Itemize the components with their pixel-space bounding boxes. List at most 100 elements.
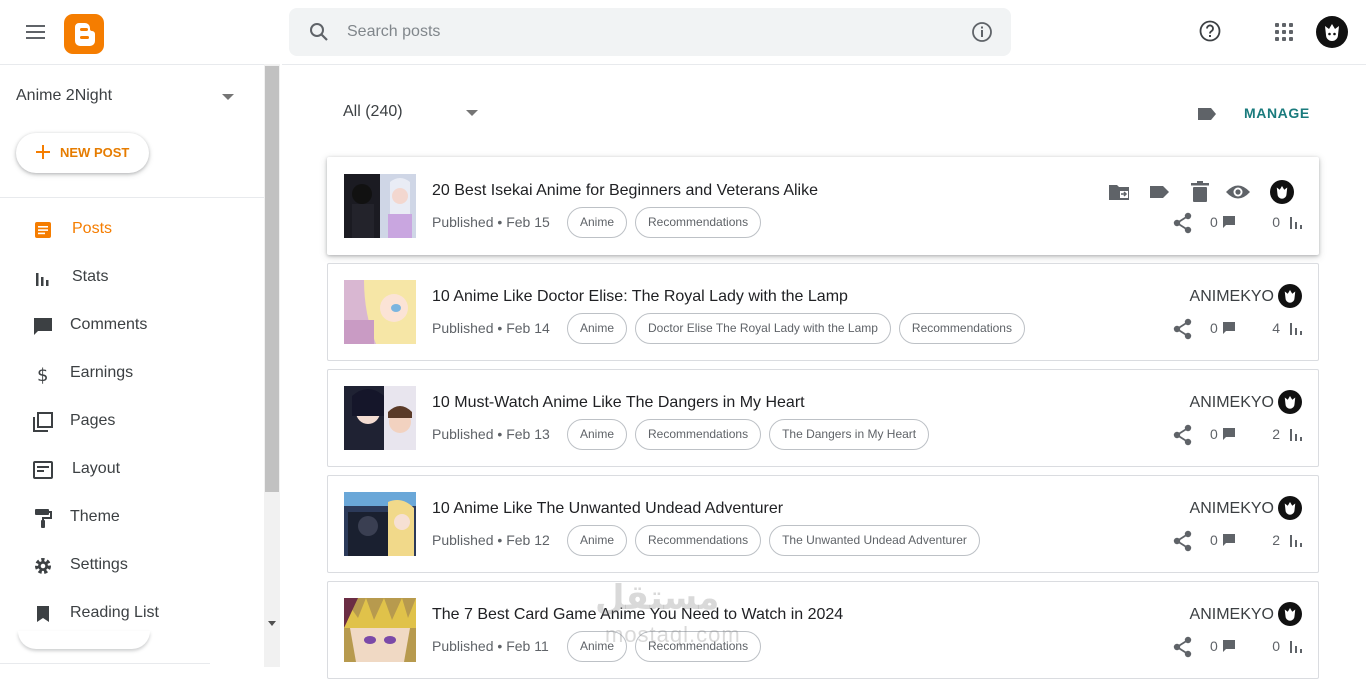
bookmark-icon	[37, 606, 49, 622]
post-status: Published • Feb 13	[432, 426, 550, 442]
post-status: Published • Feb 15	[432, 214, 550, 230]
views-bar-icon	[1290, 429, 1302, 441]
apps-grid-icon[interactable]	[1275, 23, 1293, 41]
sidebar-item-pages[interactable]: Pages	[0, 397, 264, 445]
label-chip[interactable]: Anime	[567, 313, 628, 344]
share-icon[interactable]	[1172, 530, 1194, 552]
label-chip[interactable]: Anime	[567, 419, 628, 450]
author-avatar	[1278, 284, 1302, 308]
label-chip[interactable]: Doctor Elise The Royal Lady with the Lam…	[635, 313, 891, 344]
author-avatar	[1278, 390, 1302, 414]
sidebar: Anime 2Night NEW POST Posts Stats Commen…	[0, 64, 264, 667]
post-status: Published • Feb 12	[432, 532, 550, 548]
label-chip[interactable]: The Unwanted Undead Adventurer	[769, 525, 980, 556]
info-icon[interactable]	[971, 21, 993, 43]
label-chip[interactable]: Recommendations	[635, 419, 762, 450]
label-chip[interactable]: Recommendations	[635, 525, 762, 556]
post-title[interactable]: 10 Must-Watch Anime Like The Dangers in …	[432, 394, 805, 412]
manage-labels-button[interactable]: MANAGE	[1244, 105, 1310, 121]
share-icon[interactable]	[1172, 636, 1194, 658]
share-icon[interactable]	[1172, 318, 1194, 340]
sidebar-item-posts[interactable]: Posts	[0, 205, 264, 253]
sidebar-bottom-button-edge[interactable]	[18, 631, 150, 649]
views-bar-icon	[1290, 323, 1302, 335]
scroll-down-arrow-icon[interactable]	[268, 621, 276, 626]
sidebar-item-reading-list[interactable]: Reading List	[0, 589, 264, 637]
sidebar-scroll-thumb[interactable]	[265, 66, 279, 492]
new-post-button[interactable]: NEW POST	[16, 133, 149, 173]
search-icon[interactable]	[307, 20, 331, 44]
sidebar-item-label: Reading List	[70, 604, 159, 621]
paint-roller-icon	[35, 509, 52, 528]
comments-icon	[34, 318, 52, 335]
sidebar-item-label: Earnings	[70, 364, 134, 381]
views-bar-icon	[1290, 217, 1302, 229]
views-bar-icon	[1290, 535, 1302, 547]
search-bar	[289, 8, 1011, 56]
blogger-logo[interactable]	[64, 14, 104, 54]
post-author: ANIMEKYO	[1189, 500, 1274, 517]
view-icon[interactable]	[1224, 178, 1252, 206]
svg-text:$: $	[37, 365, 48, 385]
blog-selector[interactable]: Anime 2Night	[16, 87, 240, 109]
post-author: ANIMEKYO	[1189, 606, 1274, 623]
label-icon[interactable]	[1146, 178, 1174, 206]
post-stats: 0 0	[1172, 636, 1302, 658]
post-labels: Anime Doctor Elise The Royal Lady with th…	[567, 313, 1033, 345]
post-author: ANIMEKYO	[1189, 288, 1274, 305]
sidebar-item-theme[interactable]: Theme	[0, 493, 264, 541]
caret-down-icon	[222, 94, 234, 100]
sidebar-item-label: Layout	[72, 460, 121, 477]
post-filter-dropdown[interactable]: All (240)	[343, 103, 478, 125]
label-icon[interactable]	[1196, 105, 1218, 123]
post-thumbnail	[344, 280, 416, 344]
post-row[interactable]: 10 Anime Like Doctor Elise: The Royal La…	[327, 263, 1319, 361]
post-stats: 0 4	[1172, 318, 1302, 340]
sidebar-divider	[0, 197, 264, 198]
post-status: Published • Feb 14	[432, 320, 550, 336]
top-app-bar	[0, 0, 1366, 64]
label-chip[interactable]: The Dangers in My Heart	[769, 419, 930, 450]
share-icon[interactable]	[1172, 212, 1194, 234]
post-title[interactable]: 10 Anime Like Doctor Elise: The Royal La…	[432, 288, 848, 306]
author-avatar	[1270, 180, 1294, 204]
view-count: 2	[1272, 426, 1280, 442]
comment-count: 0	[1210, 638, 1218, 654]
stats-icon	[36, 273, 49, 286]
help-icon[interactable]	[1198, 19, 1222, 43]
post-stats: 0 2	[1172, 424, 1302, 446]
post-title[interactable]: 20 Best Isekai Anime for Beginners and V…	[432, 182, 818, 200]
delete-icon[interactable]	[1186, 178, 1214, 206]
view-count: 4	[1272, 320, 1280, 336]
author-avatar	[1278, 496, 1302, 520]
label-chip[interactable]: Recommendations	[635, 207, 762, 238]
search-input[interactable]	[347, 18, 947, 46]
comment-icon	[1223, 322, 1235, 334]
sidebar-item-earnings[interactable]: $ Earnings	[0, 349, 264, 397]
label-chip[interactable]: Recommendations	[898, 313, 1025, 344]
post-row[interactable]: The 7 Best Card Game Anime You Need to W…	[327, 581, 1319, 679]
sidebar-item-stats[interactable]: Stats	[0, 253, 264, 301]
post-thumbnail	[344, 174, 416, 238]
comment-icon	[1223, 534, 1235, 546]
gear-icon	[35, 558, 51, 574]
sidebar-item-comments[interactable]: Comments	[0, 301, 264, 349]
post-row[interactable]: 10 Anime Like The Unwanted Undead Advent…	[327, 475, 1319, 573]
comment-count: 0	[1210, 214, 1218, 230]
post-actions	[1106, 178, 1306, 206]
post-title[interactable]: 10 Anime Like The Unwanted Undead Advent…	[432, 500, 783, 518]
share-icon[interactable]	[1172, 424, 1194, 446]
post-row[interactable]: 20 Best Isekai Anime for Beginners and V…	[327, 157, 1319, 255]
sidebar-item-settings[interactable]: Settings	[0, 541, 264, 589]
sidebar-item-layout[interactable]: Layout	[0, 445, 264, 493]
label-chip[interactable]: Anime	[567, 525, 628, 556]
account-avatar[interactable]	[1316, 16, 1348, 48]
post-row[interactable]: 10 Must-Watch Anime Like The Dangers in …	[327, 369, 1319, 467]
menu-icon[interactable]	[22, 20, 50, 44]
post-labels: Anime Recommendations	[567, 207, 769, 239]
label-chip[interactable]: Anime	[567, 207, 628, 238]
comment-icon	[1223, 640, 1235, 652]
caret-down-icon	[466, 110, 478, 116]
move-to-draft-icon[interactable]	[1106, 178, 1134, 206]
sidebar-divider	[0, 663, 210, 664]
